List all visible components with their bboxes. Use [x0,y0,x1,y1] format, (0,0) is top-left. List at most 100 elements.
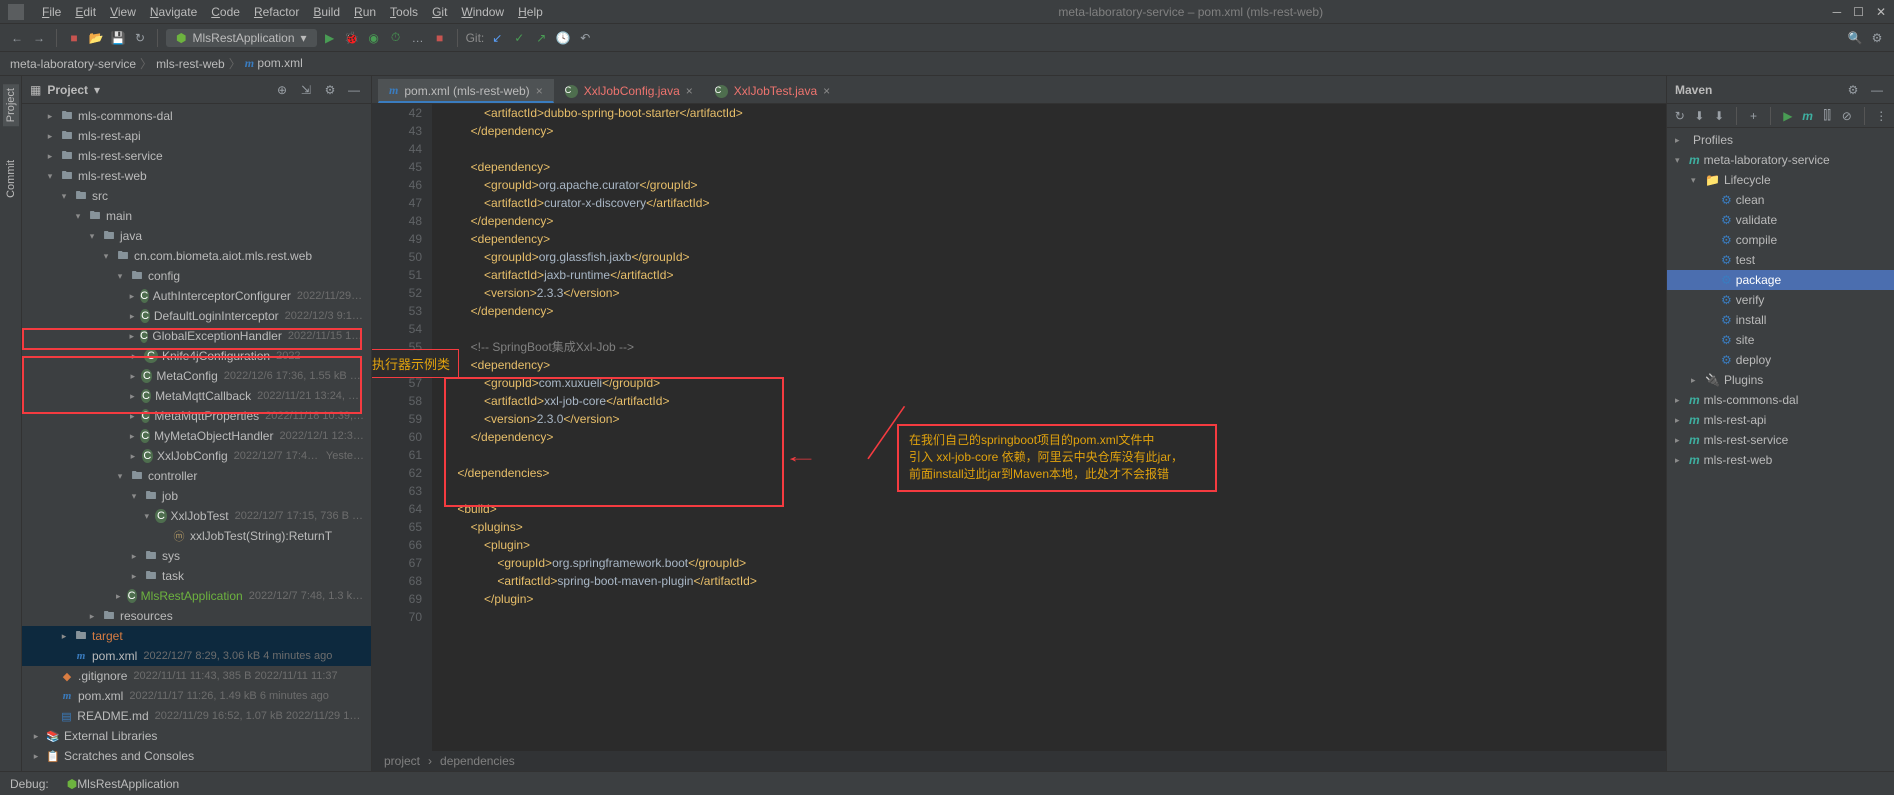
maven-tree-row[interactable]: ⚙deploy [1667,350,1894,370]
tree-row[interactable]: ▸CMyMetaObjectHandler2022/12/1 12:32, 1.… [22,426,371,446]
settings-icon[interactable]: ⚙ [1868,29,1886,47]
close-icon[interactable]: × [823,84,830,98]
expand-icon[interactable]: ▸ [128,551,140,562]
expand-icon[interactable]: ▸ [128,351,140,362]
editor-breadcrumb-item[interactable]: project [384,754,420,768]
attach-icon[interactable]: … [409,29,427,47]
maven-tree-row[interactable]: ▸mmls-rest-service [1667,430,1894,450]
execute-icon[interactable]: m [1801,107,1815,125]
menu-refactor[interactable]: Refactor [248,3,305,21]
side-tab-project[interactable]: Project [3,84,19,126]
expand-icon[interactable]: ▸ [86,611,98,622]
expand-icon[interactable]: ▸ [1675,455,1685,466]
tree-row[interactable]: ▸CMetaMqttProperties2022/11/18 10:39, 36… [22,406,371,426]
tree-row[interactable]: ▾🖿controller [22,466,371,486]
tree-row[interactable]: ▸📋Scratches and Consoles [22,746,371,766]
editor-breadcrumb-item[interactable]: dependencies [440,754,515,768]
expand-icon[interactable]: ▸ [128,391,137,402]
add-icon[interactable]: + [1747,107,1761,125]
expand-icon[interactable]: ▾ [142,511,151,522]
breadcrumb-item[interactable]: m pom.xml [245,56,303,71]
menu-code[interactable]: Code [205,3,246,21]
expand-icon[interactable]: ▾ [72,211,84,222]
tree-row[interactable]: ▾🖿cn.com.biometa.aiot.mls.rest.web [22,246,371,266]
maven-tree-row[interactable]: ▸mmls-rest-api [1667,410,1894,430]
run-config-dropdown[interactable]: ⬢ MlsRestApplication ▾ [166,29,317,47]
generate-icon[interactable]: ⬇ [1693,107,1707,125]
forward-icon[interactable]: → [30,29,48,47]
stop-run-icon[interactable]: ■ [431,29,449,47]
tree-row[interactable]: ▸CMetaConfig2022/12/6 17:36, 1.55 kB 202… [22,366,371,386]
expand-icon[interactable]: ▸ [1691,375,1701,386]
save-icon[interactable]: 💾 [109,29,127,47]
expand-icon[interactable]: ▾ [1675,155,1685,166]
bottom-tab-app[interactable]: ⬢ [67,777,77,791]
tree-row[interactable]: ▾🖿job [22,486,371,506]
maven-tree-row[interactable]: ⚙clean [1667,190,1894,210]
back-icon[interactable]: ← [8,29,26,47]
reload-icon[interactable]: ↻ [1673,107,1687,125]
tree-row[interactable]: ▾🖿mls-rest-web [22,166,371,186]
debug-icon[interactable]: 🐞 [343,29,361,47]
hide-icon[interactable]: — [1868,81,1886,99]
maven-tree-row[interactable]: ▸Profiles [1667,130,1894,150]
tree-row[interactable]: ▸CKnife4jConfiguration2022 [22,346,371,366]
maven-tree-row[interactable]: ▾📁Lifecycle [1667,170,1894,190]
expand-icon[interactable]: ▸ [128,311,136,322]
git-commit-icon[interactable]: ✓ [510,29,528,47]
expand-icon[interactable]: ▸ [30,731,42,742]
profile-icon[interactable]: ⏱ [387,29,405,47]
coverage-icon[interactable]: ◉ [365,29,383,47]
expand-icon[interactable]: ▸ [128,411,137,422]
menu-tools[interactable]: Tools [384,3,424,21]
expand-icon[interactable]: ▾ [58,191,70,202]
breadcrumb-item[interactable]: meta-laboratory-service [10,57,136,71]
tree-row[interactable]: ▾🖿main [22,206,371,226]
reload-icon[interactable]: ↻ [131,29,149,47]
show-deps-icon[interactable]: ⋮ [1874,107,1888,125]
git-rollback-icon[interactable]: ↶ [576,29,594,47]
close-icon[interactable]: ✕ [1876,5,1886,19]
maven-tree-row[interactable]: ⚙site [1667,330,1894,350]
tree-row[interactable]: mpom.xml2022/11/17 11:26, 1.49 kB 6 minu… [22,686,371,706]
maven-tree-row[interactable]: ▸mmls-rest-web [1667,450,1894,470]
close-icon[interactable]: × [686,84,693,98]
editor-tab[interactable]: C XxlJobTest.java × [704,79,841,103]
expand-icon[interactable]: ▾ [86,231,98,242]
menu-file[interactable]: File [36,3,67,21]
maven-tree-row[interactable]: ⚙package [1667,270,1894,290]
menu-run[interactable]: Run [348,3,382,21]
maven-tree-row[interactable]: ⚙test [1667,250,1894,270]
expand-icon[interactable]: ▾ [114,271,126,282]
target-icon[interactable]: ⊕ [273,81,291,99]
tree-row[interactable]: ▸CGlobalExceptionHandler2022/11/15 14:20… [22,326,371,346]
tree-row[interactable]: ▸🖿sys [22,546,371,566]
run-icon[interactable]: ▶ [1781,107,1795,125]
maven-tree-row[interactable]: ⚙validate [1667,210,1894,230]
editor-tab[interactable]: C XxlJobConfig.java × [554,79,704,103]
maven-tree-row[interactable]: ⚙compile [1667,230,1894,250]
git-update-icon[interactable]: ↙ [488,29,506,47]
tree-row[interactable]: ▤README.md2022/11/29 16:52, 1.07 kB 2022… [22,706,371,726]
expand-icon[interactable]: ▸ [44,111,56,122]
download-icon[interactable]: ⬇ [1712,107,1726,125]
expand-icon[interactable]: ▸ [128,291,136,302]
tree-row[interactable]: ▸🖿mls-rest-api [22,126,371,146]
expand-icon[interactable]: ▸ [128,331,136,342]
bottom-tab-debug[interactable]: Debug: [10,777,49,791]
open-icon[interactable]: 📂 [87,29,105,47]
expand-icon[interactable]: ▸ [128,571,140,582]
menu-edit[interactable]: Edit [69,3,102,21]
menu-help[interactable]: Help [512,3,549,21]
tree-row[interactable]: ▸🖿mls-rest-service [22,146,371,166]
expand-icon[interactable]: ⇲ [297,81,315,99]
expand-icon[interactable]: ▸ [1675,435,1685,446]
tree-row[interactable]: ▾🖿src [22,186,371,206]
tree-row[interactable]: ▾🖿config [22,266,371,286]
expand-icon[interactable]: ▸ [30,751,42,762]
code[interactable]: <artifactId>dubbo-spring-boot-starter</a… [432,104,1666,751]
menu-git[interactable]: Git [426,3,453,21]
side-tab-commit[interactable]: Commit [3,156,19,202]
tree-row[interactable]: ▸CDefaultLoginInterceptor2022/12/3 9:17,… [22,306,371,326]
expand-icon[interactable]: ▾ [44,171,56,182]
